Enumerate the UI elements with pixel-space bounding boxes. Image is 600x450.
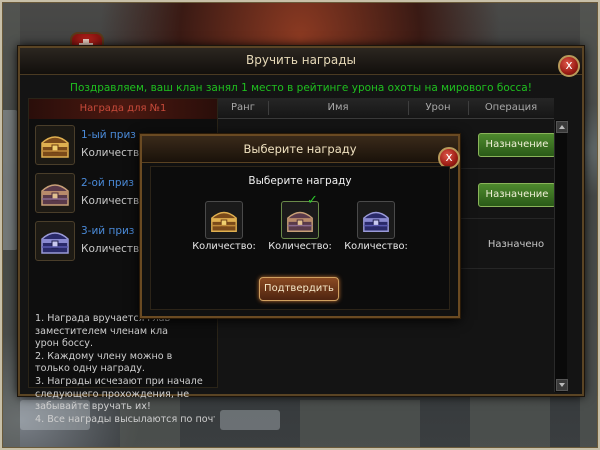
choose-reward-titlebar: Выберите награду [142, 136, 458, 163]
table-scrollbar[interactable] [554, 120, 568, 392]
rules-line: забывайте вручать их! [35, 401, 151, 413]
award-window-title: Вручить награды [246, 53, 356, 67]
chest-blue-icon[interactable] [357, 201, 395, 239]
rules-line: 2. Каждому члену можно в [35, 350, 173, 362]
chest-gold-icon [35, 125, 75, 165]
assigned-status: Назначено [487, 239, 545, 250]
reward-choice-1[interactable]: Количество: [189, 201, 259, 259]
choose-reward-title: Выберите награду [243, 142, 357, 156]
scroll-up-arrow-icon[interactable] [556, 121, 568, 133]
assign-button[interactable]: Назначение [478, 133, 556, 157]
column-header-damage: Урон [425, 102, 451, 113]
column-header-name: Имя [327, 102, 349, 113]
confirm-button[interactable]: Подтвердить [259, 277, 339, 301]
rules-line: следующего прохождения, не [35, 388, 190, 400]
prize-name: 1-ый приз [81, 129, 136, 141]
award-window-titlebar: Вручить награды x [20, 48, 582, 77]
rules-line: урон боссу. [35, 338, 94, 350]
chest-gold-icon[interactable] [205, 201, 243, 239]
prize-name: 2-ой приз [81, 177, 134, 189]
selected-checkmark-icon: ✓ [307, 193, 318, 208]
award-window-close-button[interactable]: x [558, 55, 580, 77]
reward-list-header: Награда для №1 [29, 99, 217, 119]
members-table-header: Ранг Имя Урон Операция [218, 98, 554, 119]
congrats-message: Поздравляем, ваш клан занял 1 место в ре… [70, 82, 532, 94]
reward-choice-quantity: Количество: [268, 241, 332, 252]
prize-name: 3-ий приз [81, 225, 135, 237]
reward-choice-quantity: Количество: [344, 241, 408, 252]
chest-blue-icon [35, 221, 75, 261]
choose-reward-body: Выберите награду Количество: ✓ Количеств… [150, 166, 450, 310]
column-header-rank: Ранг [231, 102, 255, 113]
rules-line: 3. Награды исчезают при начале [35, 375, 203, 387]
reward-choice-3[interactable]: Количество: [341, 201, 411, 259]
rules-line: только одну награду. [35, 363, 145, 375]
choose-reward-subtitle: Выберите награду [248, 175, 352, 187]
choose-reward-dialog: Выберите награду x Выберите награду Коли… [140, 134, 460, 318]
reward-choice-quantity: Количество: [192, 241, 256, 252]
rules-line: заместителем членам кла [35, 325, 168, 337]
scroll-down-arrow-icon[interactable] [556, 379, 568, 391]
column-header-operation: Операция [484, 102, 538, 113]
reward-rules: 1. Награда вручается глав заместителем ч… [35, 313, 215, 426]
rules-line: 4. Все награды высылаются по почте. [35, 413, 215, 425]
reward-choice-2[interactable]: ✓ Количество: [265, 194, 335, 259]
chest-purple-icon [35, 173, 75, 213]
assign-button[interactable]: Назначение [478, 183, 556, 207]
